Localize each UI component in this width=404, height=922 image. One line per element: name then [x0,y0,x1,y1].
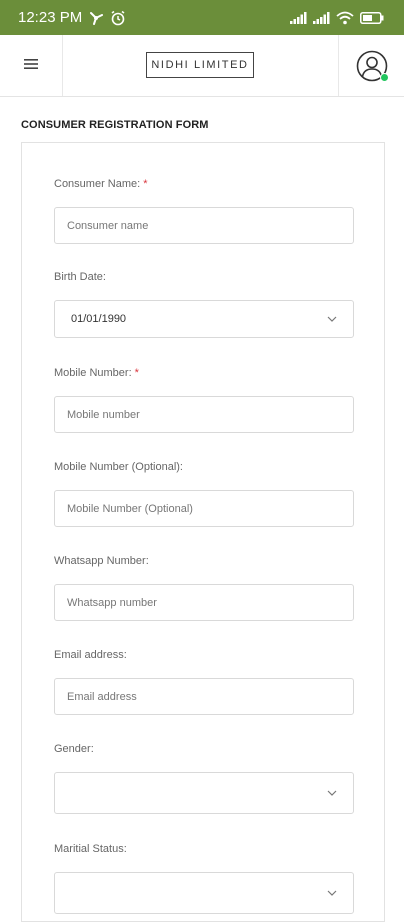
email-placeholder: Email address [67,690,137,703]
alarm-icon [110,10,126,26]
signal-icon [313,11,330,24]
gender-label: Gender: [54,743,94,755]
birth-date-label: Birth Date: [54,271,106,283]
mobile-optional-group: Mobile Number (Optional): Mobile Number … [54,460,354,527]
signal-icon [290,11,307,24]
chevron-down-icon [327,316,337,322]
status-time: 12:23 PM [18,9,83,26]
birth-date-select[interactable]: 01/01/1990 [54,300,354,338]
marital-status-label: Maritial Status: [54,843,127,855]
gender-select[interactable] [54,772,354,814]
wifi-icon [336,11,354,25]
mobile-group: Mobile Number: * Mobile number [54,366,354,433]
mobile-input[interactable]: Mobile number [54,396,354,433]
required-mark: * [143,178,148,190]
form-title: CONSUMER REGISTRATION FORM [21,119,209,131]
birth-date-group: Birth Date: 01/01/1990 [54,270,354,338]
mobile-optional-label: Mobile Number (Optional): [54,461,183,473]
status-left: 12:23 PM [18,9,126,26]
account-button[interactable] [338,35,404,96]
whatsapp-label: Whatsapp Number: [54,555,149,567]
hamburger-icon [24,57,38,75]
whatsapp-group: Whatsapp Number: Whatsapp number [54,554,354,621]
brand-name: NIDHI LIMITED [151,59,249,71]
consumer-name-placeholder: Consumer name [67,219,149,232]
whatsapp-input[interactable]: Whatsapp number [54,584,354,621]
chevron-down-icon [327,790,337,796]
mobile-placeholder: Mobile number [67,408,140,421]
mobile-label: Mobile Number: * [54,367,139,379]
email-group: Email address: Email address [54,648,354,715]
consumer-name-input[interactable]: Consumer name [54,207,354,244]
required-mark: * [134,367,139,379]
birth-date-value: 01/01/1990 [71,313,127,325]
registration-form: Consumer Name: * Consumer name Birth Date… [21,142,385,922]
marital-status-select[interactable] [54,872,354,914]
mobile-optional-placeholder: Mobile Number (Optional) [67,502,193,515]
battery-icon [360,11,384,24]
status-right [290,11,384,25]
fan-icon [88,11,104,25]
marital-status-group: Maritial Status: [54,842,354,914]
online-status-dot [379,72,389,82]
email-input[interactable]: Email address [54,678,354,715]
consumer-name-group: Consumer Name: * Consumer name [54,177,354,244]
gender-group: Gender: [54,742,354,814]
menu-button[interactable] [0,35,63,96]
email-label: Email address: [54,649,127,661]
mobile-optional-input[interactable]: Mobile Number (Optional) [54,490,354,527]
app-header: NIDHI LIMITED [0,35,404,97]
status-bar: 12:23 PM [0,0,404,35]
whatsapp-placeholder: Whatsapp number [67,596,157,609]
consumer-name-label: Consumer Name: * [54,178,148,190]
brand-logo[interactable]: NIDHI LIMITED [146,52,254,78]
avatar [356,50,389,82]
chevron-down-icon [327,890,337,896]
